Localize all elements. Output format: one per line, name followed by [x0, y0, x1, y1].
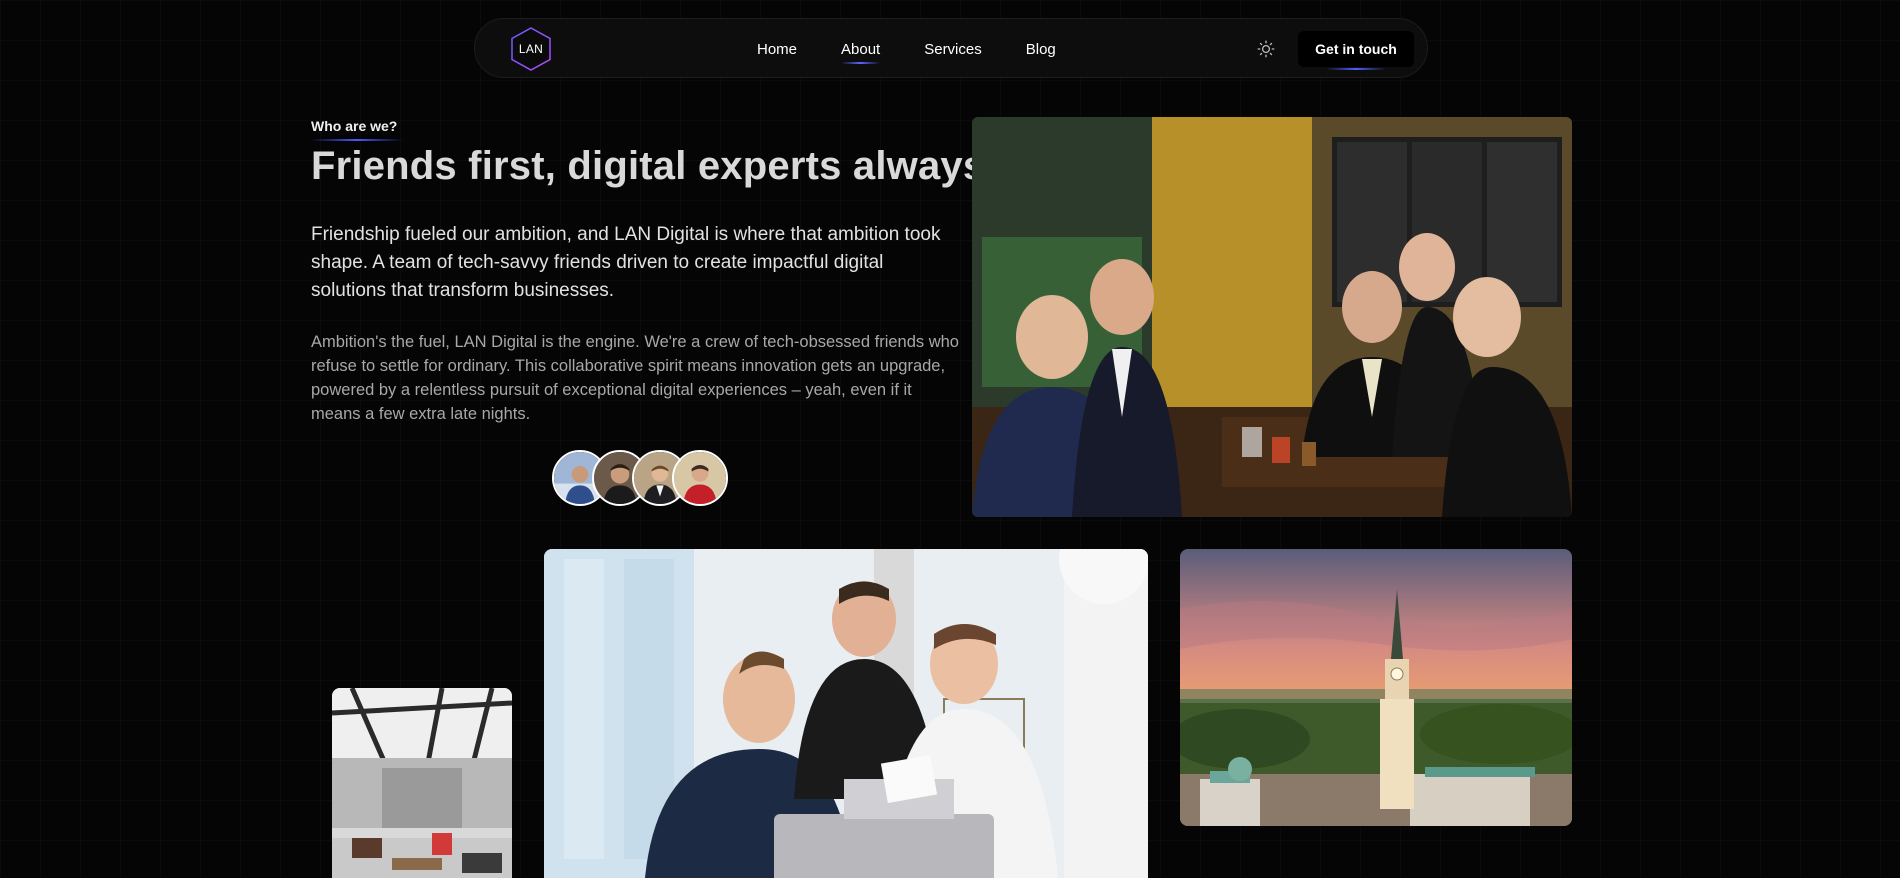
page-title: Friends first, digital experts always. [311, 144, 997, 188]
team-working-image [544, 549, 1148, 878]
city-sunset-photo [1180, 549, 1572, 826]
lead-paragraph: Friendship fueled our ambition, and LAN … [311, 224, 941, 301]
theme-toggle-button[interactable] [1257, 40, 1275, 58]
office-interior-image [332, 688, 512, 878]
office-interior-photo [332, 688, 512, 878]
group-photo [972, 117, 1572, 517]
nav-link-home[interactable]: Home [757, 41, 797, 58]
sun-icon [1257, 40, 1275, 58]
lan-logo[interactable]: LAN [509, 26, 553, 72]
avatar[interactable] [672, 450, 728, 506]
body-paragraph: Ambition's the fuel, LAN Digital is the … [311, 333, 959, 423]
team-avatar-stack [552, 450, 732, 506]
nav-link-blog[interactable]: Blog [1026, 41, 1056, 58]
nav-link-services[interactable]: Services [924, 41, 982, 58]
top-navbar: LAN Home About Services Blog Get in touc… [474, 18, 1428, 78]
logo-text: LAN [518, 42, 544, 56]
city-sunset-image [1180, 549, 1572, 826]
group-photo-image [972, 117, 1572, 517]
nav-links: Home About Services Blog [757, 19, 1100, 79]
nav-link-about[interactable]: About [841, 41, 881, 64]
section-eyebrow: Who are we? [311, 118, 404, 141]
team-working-photo [544, 549, 1148, 878]
avatar-photo-4 [674, 452, 726, 504]
get-in-touch-button[interactable]: Get in touch [1298, 31, 1414, 70]
